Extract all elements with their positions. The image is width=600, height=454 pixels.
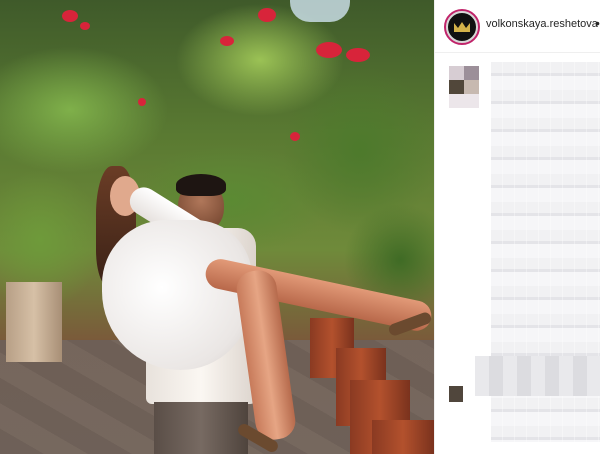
username-link[interactable]: volkonskaya.reshetova [486, 18, 598, 30]
flower [220, 36, 234, 46]
woman-dress [102, 220, 252, 370]
flower [138, 98, 146, 106]
flower [290, 132, 300, 141]
post-header: volkonskaya.reshetova • [435, 0, 600, 52]
flower [258, 8, 276, 22]
post-sidebar: volkonskaya.reshetova • [434, 0, 600, 454]
flower [62, 10, 78, 22]
header-divider [435, 52, 600, 53]
pixelated-comment [475, 356, 600, 396]
flower [316, 42, 342, 58]
pixelated-commenter-avatar [449, 66, 479, 108]
flower [80, 22, 90, 30]
flower [346, 48, 370, 62]
profile-avatar[interactable] [444, 9, 480, 45]
stone-pillar [6, 282, 62, 362]
post-image[interactable] [0, 0, 434, 454]
more-options-icon[interactable]: • [595, 15, 600, 31]
story-ring [444, 9, 480, 45]
sky-patch [290, 0, 350, 22]
woman-figure [96, 160, 434, 454]
pixelated-commenter-avatar [449, 386, 463, 402]
